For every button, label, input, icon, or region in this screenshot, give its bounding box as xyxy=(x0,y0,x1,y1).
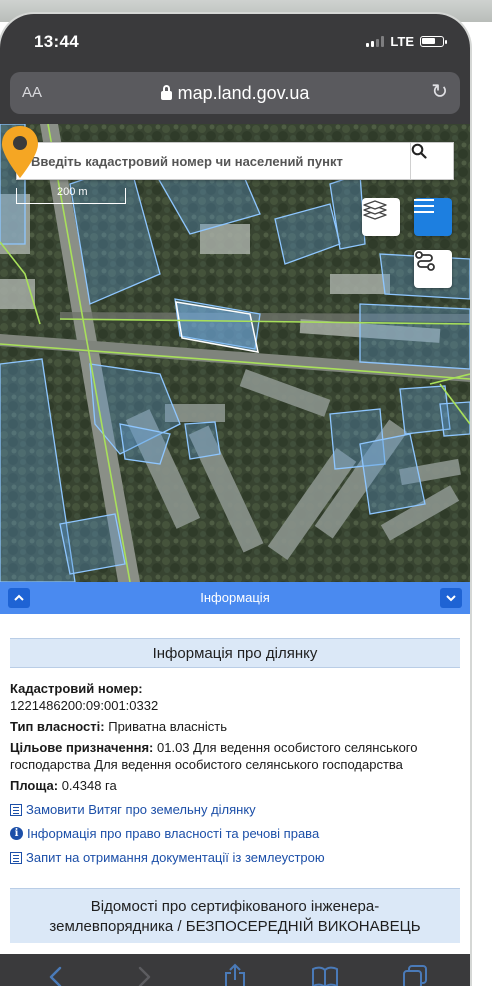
layers-icon xyxy=(363,200,387,220)
share-button[interactable] xyxy=(215,957,255,986)
back-button[interactable] xyxy=(35,957,75,986)
ownership-info-label: Інформація про право власності та речові… xyxy=(27,826,320,841)
purpose-field: Цільове призначення: 01.03 Для ведення о… xyxy=(10,739,460,773)
expand-up-button[interactable] xyxy=(8,588,30,608)
status-time: 13:44 xyxy=(34,32,79,51)
area-field: Площа: 0.4348 га xyxy=(10,777,460,794)
ownership-value: Приватна власність xyxy=(108,719,227,734)
search-icon xyxy=(411,143,427,159)
forward-icon xyxy=(138,966,151,986)
tabs-icon xyxy=(403,965,427,986)
documentation-request-link[interactable]: Запит на отримання документації із земле… xyxy=(10,849,460,866)
tabs-button[interactable] xyxy=(395,957,435,986)
url-display[interactable]: map.land.gov.ua xyxy=(10,83,460,104)
bookmarks-icon xyxy=(312,966,338,986)
signal-icon xyxy=(366,36,385,47)
chevron-up-icon xyxy=(14,594,24,601)
ownership-field: Тип власності: Приватна власність xyxy=(10,718,460,735)
info-panel-body: Інформація про ділянку Кадастровий номер… xyxy=(0,614,470,954)
order-extract-label: Замовити Витяг про земельну ділянку xyxy=(26,802,256,817)
browser-address-bar: AA map.land.gov.ua ↻ xyxy=(0,66,470,124)
document-icon xyxy=(10,851,22,864)
map-scale: 200 m xyxy=(16,186,126,204)
info-icon: i xyxy=(10,827,23,840)
reload-icon[interactable]: ↻ xyxy=(431,81,448,103)
status-indicators: LTE xyxy=(366,34,447,49)
area-label: Площа: xyxy=(10,778,59,793)
document-icon xyxy=(10,803,22,816)
documentation-request-label: Запит на отримання документації із земле… xyxy=(26,850,325,865)
search-input[interactable] xyxy=(17,143,411,179)
parcel-section-title: Інформація про ділянку xyxy=(10,638,460,668)
map-view[interactable]: 200 m xyxy=(0,124,470,582)
network-label: LTE xyxy=(390,34,414,49)
info-panel-header[interactable]: Інформація xyxy=(0,582,470,614)
ownership-info-link[interactable]: i Інформація про право власності та речо… xyxy=(10,825,460,842)
ownership-label: Тип власності: xyxy=(10,719,105,734)
collapse-down-button[interactable] xyxy=(440,588,462,608)
route-icon xyxy=(415,251,435,271)
cadastral-label: Кадастровий номер: xyxy=(10,681,143,696)
bookmarks-button[interactable] xyxy=(305,957,345,986)
layers-button[interactable] xyxy=(362,198,400,236)
area-value: 0.4348 га xyxy=(61,778,117,793)
purpose-label: Цільове призначення: xyxy=(10,740,154,755)
back-icon xyxy=(49,966,62,986)
phone-screen: 13:44 LTE AA map.land.gov.ua ↻ Введіть к… xyxy=(0,14,470,986)
engineer-title-line2: землевпорядника / БЕЗПОСЕРЕДНІЙ ВИКОНАВЕ… xyxy=(49,918,421,935)
engineer-section-title: Відомості про сертифікованого інженера- … xyxy=(10,888,460,943)
menu-icon xyxy=(414,199,434,213)
cadastral-value: 1221486200:09:001:0332 xyxy=(10,698,159,713)
url-field[interactable]: AA map.land.gov.ua ↻ xyxy=(10,72,460,114)
route-button[interactable] xyxy=(414,250,452,288)
forward-button[interactable] xyxy=(125,957,165,986)
status-bar: 13:44 LTE xyxy=(0,14,470,66)
location-pin-icon xyxy=(2,126,38,178)
menu-button[interactable] xyxy=(414,198,452,236)
battery-icon xyxy=(420,36,447,47)
browser-toolbar xyxy=(0,954,470,986)
chevron-down-icon xyxy=(446,595,456,602)
cadastral-search xyxy=(16,142,454,180)
cadastral-field: Кадастровий номер: 1221486200:09:001:033… xyxy=(10,680,460,714)
scale-label: 200 m xyxy=(57,186,88,198)
url-text: map.land.gov.ua xyxy=(177,83,310,103)
info-panel-title: Інформація xyxy=(200,590,270,605)
order-extract-link[interactable]: Замовити Витяг про земельну ділянку xyxy=(10,801,460,818)
share-icon xyxy=(225,963,245,986)
engineer-title-line1: Відомості про сертифікованого інженера- xyxy=(90,898,380,915)
search-button[interactable] xyxy=(410,143,453,179)
lock-icon xyxy=(160,85,172,100)
parcel-fields: Кадастровий номер: 1221486200:09:001:033… xyxy=(10,680,460,866)
